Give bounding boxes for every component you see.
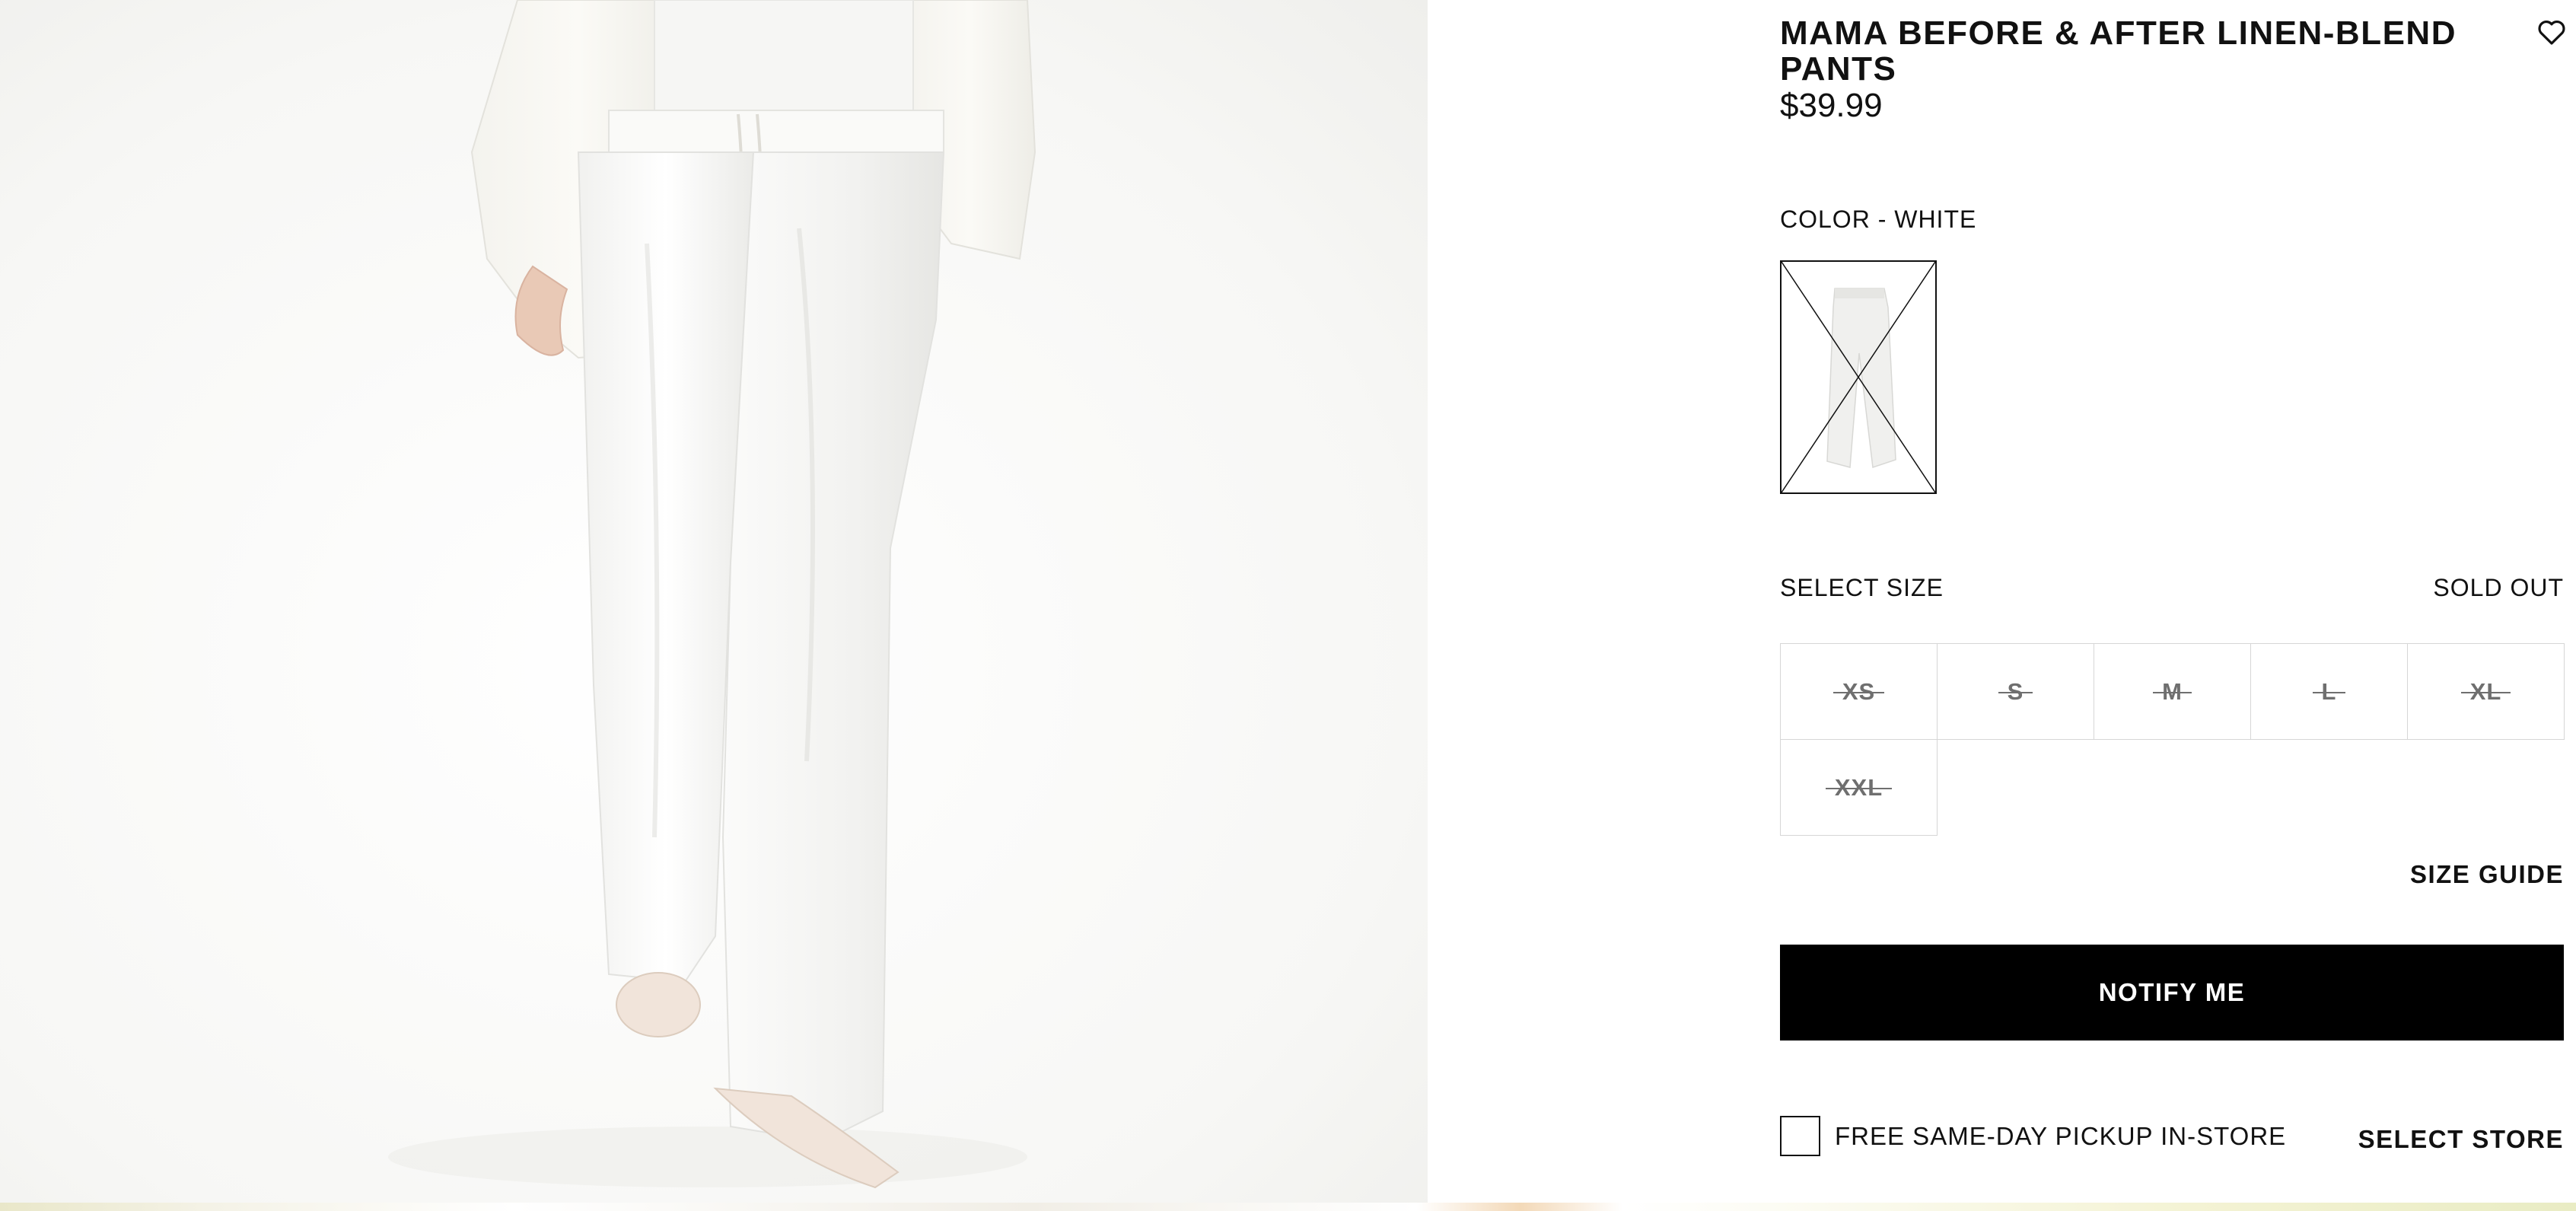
model-wearing-pants-illustration	[388, 0, 1036, 1189]
size-option-xs[interactable]: XS	[1780, 643, 1938, 740]
size-option-s[interactable]: S	[1937, 643, 2094, 740]
size-option-label: XS	[1832, 678, 1885, 706]
product-details-panel: MAMA BEFORE & AFTER LINEN-BLEND PANTS $3…	[1780, 0, 2565, 1203]
image-thumbnail-strip	[0, 1203, 2576, 1211]
pickup-label: FREE SAME-DAY PICKUP IN-STORE	[1835, 1122, 2287, 1150]
size-option-label: XXL	[1825, 774, 1893, 801]
color-swatch-white[interactable]	[1780, 260, 1937, 494]
notify-me-button[interactable]: NOTIFY ME	[1780, 945, 2564, 1041]
size-option-xl[interactable]: XL	[2407, 643, 2565, 740]
size-option-label: M	[2153, 678, 2192, 706]
size-guide-link[interactable]: SIZE GUIDE	[2410, 860, 2564, 889]
product-image[interactable]	[0, 0, 1428, 1203]
size-option-label: XL	[2460, 678, 2511, 706]
pickup-checkbox[interactable]	[1780, 1116, 1820, 1156]
heart-outline-icon	[2538, 21, 2565, 45]
swatch-thumbnail-image	[1782, 262, 1935, 492]
sold-out-status: SOLD OUT	[2433, 574, 2564, 601]
size-option-l[interactable]: L	[2250, 643, 2408, 740]
size-option-label: S	[1998, 678, 2033, 706]
wishlist-button[interactable]	[2535, 15, 2568, 49]
size-option-label: L	[2312, 678, 2346, 706]
size-selector: XS S M L XL XXL	[1780, 643, 2565, 836]
size-option-m[interactable]: M	[2094, 643, 2251, 740]
select-size-label: SELECT SIZE	[1780, 574, 1944, 601]
select-store-link[interactable]: SELECT STORE	[2358, 1125, 2564, 1154]
product-page: MAMA BEFORE & AFTER LINEN-BLEND PANTS $3…	[0, 0, 2576, 1211]
size-option-xxl[interactable]: XXL	[1780, 739, 1938, 836]
color-label: COLOR - WHITE	[1780, 206, 1977, 233]
product-price: $39.99	[1780, 87, 1883, 124]
product-title: MAMA BEFORE & AFTER LINEN-BLEND PANTS	[1780, 14, 2457, 88]
